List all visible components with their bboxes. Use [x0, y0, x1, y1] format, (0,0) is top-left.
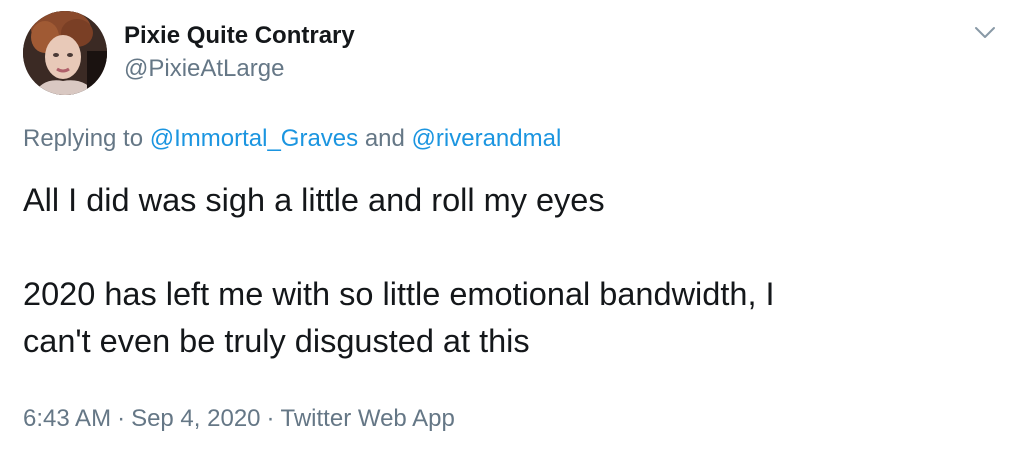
- replying-to-label: Replying to: [23, 125, 150, 152]
- timestamp-date[interactable]: Sep 4, 2020: [131, 405, 260, 432]
- tweet-text-line: All I did was sigh a little and roll my …: [23, 182, 605, 218]
- tweet-text-line: 2020 has left me with so little emotiona…: [23, 276, 775, 312]
- timestamp-time[interactable]: 6:43 AM: [23, 405, 111, 432]
- avatar[interactable]: [23, 11, 107, 95]
- source-app[interactable]: Twitter Web App: [281, 405, 455, 432]
- tweet-body: All I did was sigh a little and roll my …: [23, 177, 983, 365]
- display-name[interactable]: Pixie Quite Contrary: [124, 21, 355, 51]
- user-handle[interactable]: @PixieAtLarge: [124, 54, 355, 84]
- chevron-down-icon: [975, 27, 995, 38]
- meta-separator: ·: [266, 405, 275, 432]
- avatar-image: [23, 11, 107, 95]
- mention-link-2[interactable]: @riverandmal: [412, 125, 562, 152]
- tweet-card: Pixie Quite Contrary @PixieAtLarge Reply…: [0, 0, 1024, 459]
- tweet-text-line: can't even be truly disgusted at this: [23, 323, 530, 359]
- replying-conjunction: and: [358, 125, 412, 152]
- meta-separator: ·: [117, 405, 126, 432]
- paragraph-break: [23, 224, 983, 271]
- mention-link-1[interactable]: @Immortal_Graves: [150, 125, 358, 152]
- replying-to-line: Replying to @Immortal_Graves and @rivera…: [23, 124, 561, 154]
- more-options-button[interactable]: [972, 24, 998, 42]
- tweet-metadata: 6:43 AM · Sep 4, 2020 · Twitter Web App: [23, 404, 455, 434]
- author-block[interactable]: Pixie Quite Contrary @PixieAtLarge: [124, 21, 355, 84]
